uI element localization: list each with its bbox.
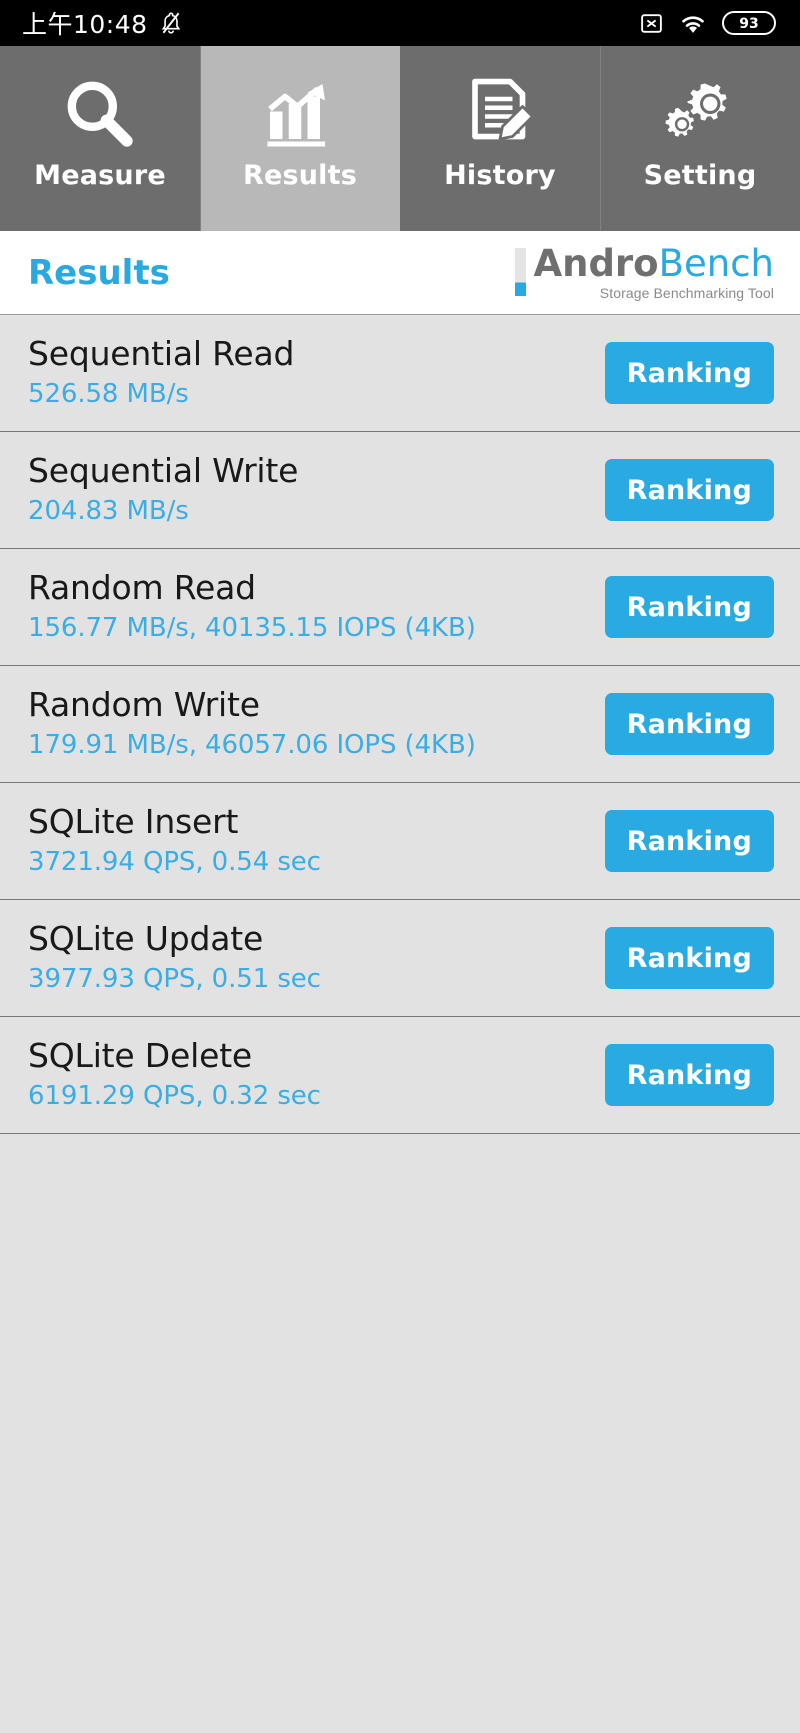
ranking-button[interactable]: Ranking [604,810,774,872]
battery-icon: 93 [722,9,778,37]
tab-history-label: History [444,160,556,191]
table-row: SQLite Update 3977.93 QPS, 0.51 sec Rank… [0,900,800,1017]
tab-history[interactable]: History [400,46,600,231]
bell-muted-icon [158,10,184,36]
ranking-button[interactable]: Ranking [604,576,774,638]
androbench-logo: AndroBench Storage Benchmarking Tool [515,241,774,301]
result-value: 3977.93 QPS, 0.51 sec [28,964,321,994]
result-value: 204.83 MB/s [28,496,189,526]
gears-icon [659,72,741,156]
ranking-button[interactable]: Ranking [604,927,774,989]
result-value: 156.77 MB/s, 40135.15 IOPS (4KB) [28,613,476,643]
results-list: Sequential Read 526.58 MB/s Ranking Sequ… [0,315,800,1732]
document-pencil-icon [460,72,540,156]
result-name: Sequential Write [28,451,299,490]
main-tab-bar: Measure Results History Setting [0,46,800,231]
result-name: Random Read [28,568,256,607]
table-row: Random Read 156.77 MB/s, 40135.15 IOPS (… [0,549,800,666]
result-name: Random Write [28,685,260,724]
result-value: 3721.94 QPS, 0.54 sec [28,847,321,877]
result-text-block: Random Read 156.77 MB/s, 40135.15 IOPS (… [28,568,476,646]
result-name: SQLite Delete [28,1036,253,1075]
tab-results[interactable]: Results [200,46,400,231]
table-row: SQLite Insert 3721.94 QPS, 0.54 sec Rank… [0,783,800,900]
result-name: SQLite Insert [28,802,239,841]
result-value: 526.58 MB/s [28,379,189,409]
wifi-icon [678,11,708,36]
result-text-block: Sequential Read 526.58 MB/s [28,334,294,412]
battery-level-text: 93 [739,16,758,32]
page-title: Results [28,252,170,293]
logo-subtitle: Storage Benchmarking Tool [599,284,774,301]
result-value: 179.91 MB/s, 46057.06 IOPS (4KB) [28,730,476,760]
logo-bar-mark [515,247,527,296]
status-bar-right: 93 [639,9,778,37]
result-name: SQLite Update [28,919,264,958]
page-header: Results AndroBench Storage Benchmarking … [0,231,800,315]
status-bar: 上午10:48 93 [0,0,800,46]
logo-text: AndroBench Storage Benchmarking Tool [533,241,774,301]
magnifier-icon [59,72,141,156]
result-text-block: SQLite Delete 6191.29 QPS, 0.32 sec [28,1036,321,1114]
result-text-block: Sequential Write 204.83 MB/s [28,451,298,529]
ranking-button[interactable]: Ranking [604,1044,774,1106]
result-text-block: Random Write 179.91 MB/s, 46057.06 IOPS … [28,685,476,763]
result-name: Sequential Read [28,334,295,373]
ranking-button[interactable]: Ranking [604,459,774,521]
logo-word-bench: Bench [658,241,774,285]
status-clock: 上午10:48 [22,10,148,39]
tab-measure-label: Measure [34,160,166,191]
logo-wordmark: AndroBench [533,241,774,285]
tab-results-label: Results [242,160,358,191]
ranking-button[interactable]: Ranking [604,342,774,404]
table-row: Random Write 179.91 MB/s, 46057.06 IOPS … [0,666,800,783]
logo-word-andro: Andro [533,241,659,285]
result-value: 6191.29 QPS, 0.32 sec [28,1081,321,1111]
tab-setting[interactable]: Setting [600,46,800,231]
sim-x-icon [639,11,664,36]
table-row: Sequential Read 526.58 MB/s Ranking [0,315,800,432]
result-text-block: SQLite Insert 3721.94 QPS, 0.54 sec [28,802,321,880]
result-text-block: SQLite Update 3977.93 QPS, 0.51 sec [28,919,321,997]
table-row: Sequential Write 204.83 MB/s Ranking [0,432,800,549]
bar-chart-arrow-icon [260,72,340,156]
status-bar-left: 上午10:48 [22,5,184,41]
tab-measure[interactable]: Measure [0,46,200,231]
table-row: SQLite Delete 6191.29 QPS, 0.32 sec Rank… [0,1017,800,1134]
ranking-button[interactable]: Ranking [604,693,774,755]
tab-setting-label: Setting [643,160,757,191]
